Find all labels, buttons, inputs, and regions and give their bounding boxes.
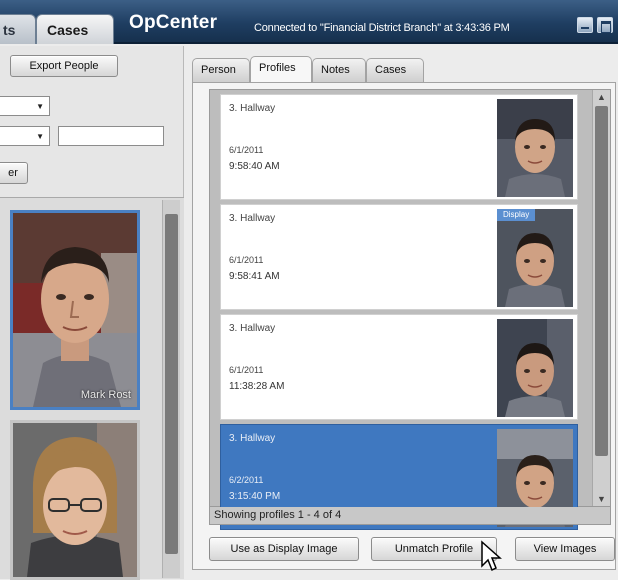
- tab-previous[interactable]: ts: [0, 14, 36, 44]
- unmatch-profile-button[interactable]: Unmatch Profile: [371, 537, 497, 561]
- filter-button-label: er: [8, 167, 18, 179]
- scroll-down-icon[interactable]: ▼: [597, 494, 606, 504]
- profile-face-image[interactable]: [497, 99, 573, 197]
- person-thumbnail[interactable]: Mark Rost: [10, 210, 140, 410]
- people-thumbnail-list: Mark Rost: [0, 197, 184, 580]
- filter-select-2[interactable]: ▼: [0, 126, 50, 146]
- dropdown-arrow-icon: ▼: [36, 132, 44, 141]
- people-list-scrollbar[interactable]: [162, 200, 180, 578]
- display-badge: Display: [497, 209, 536, 221]
- profile-card[interactable]: 3. Hallway 6/1/2011 9:58:41 AM Display: [220, 204, 578, 310]
- filter-button[interactable]: er: [0, 162, 28, 184]
- profile-time: 9:58:40 AM: [229, 161, 280, 172]
- use-as-display-image-button[interactable]: Use as Display Image: [209, 537, 359, 561]
- app-name: OpCenter: [129, 12, 218, 33]
- profile-date: 6/2/2011: [229, 475, 264, 485]
- profile-face-image[interactable]: Display: [497, 209, 573, 307]
- profile-card[interactable]: 3. Hallway 6/1/2011 11:38:28 AM: [220, 314, 578, 420]
- profile-date: 6/1/2011: [229, 365, 264, 375]
- profile-date: 6/1/2011: [229, 255, 264, 265]
- tab-cases-detail[interactable]: Cases: [366, 58, 424, 82]
- profile-list-scrollbar[interactable]: ▲ ▼: [592, 90, 610, 506]
- profile-count-status: Showing profiles 1 - 4 of 4: [209, 507, 611, 525]
- profile-time: 3:15:40 PM: [229, 491, 281, 502]
- person-thumbnail[interactable]: [10, 420, 140, 580]
- title-bar: ts Cases OpCenter Connected to "Financia…: [0, 0, 618, 44]
- filter-select-1[interactable]: ▼: [0, 96, 50, 116]
- minimize-icon[interactable]: [577, 17, 593, 33]
- tab-profiles[interactable]: Profiles: [250, 56, 312, 82]
- person-photo: [13, 423, 137, 577]
- profile-location: 3. Hallway: [229, 323, 276, 334]
- mouse-cursor-icon: [481, 540, 502, 572]
- people-panel: Export People ▼ ▼ er Mark Rost: [0, 46, 184, 580]
- connection-status: Connected to "Financial District Branch"…: [254, 22, 510, 34]
- profile-location: 3. Hallway: [229, 213, 276, 224]
- profile-face-image[interactable]: [497, 319, 573, 417]
- person-details-panel: Person Profiles Notes Cases 3. Hallway 6…: [184, 46, 618, 579]
- dropdown-arrow-icon: ▼: [36, 102, 44, 111]
- search-input[interactable]: [58, 126, 164, 146]
- maximize-icon[interactable]: [597, 17, 613, 33]
- profiles-tab-content: 3. Hallway 6/1/2011 9:58:40 AM 3. Hallwa…: [192, 82, 616, 570]
- scrollbar-thumb[interactable]: [595, 106, 608, 456]
- tab-cases[interactable]: Cases: [36, 14, 114, 44]
- profile-location: 3. Hallway: [229, 433, 276, 444]
- tab-notes[interactable]: Notes: [312, 58, 366, 82]
- view-images-button[interactable]: View Images: [515, 537, 615, 561]
- profile-time: 11:38:28 AM: [229, 381, 285, 392]
- export-people-button[interactable]: Export People: [10, 55, 118, 77]
- profile-list: 3. Hallway 6/1/2011 9:58:40 AM 3. Hallwa…: [209, 89, 611, 530]
- person-name-label: Mark Rost: [80, 389, 131, 401]
- profile-location: 3. Hallway: [229, 103, 276, 114]
- tab-person[interactable]: Person: [192, 58, 250, 82]
- person-photo: [13, 213, 137, 407]
- scrollbar-thumb[interactable]: [165, 214, 178, 554]
- scroll-up-icon[interactable]: ▲: [597, 92, 606, 102]
- profile-date: 6/1/2011: [229, 145, 264, 155]
- profile-card[interactable]: 3. Hallway 6/1/2011 9:58:40 AM: [220, 94, 578, 200]
- profile-time: 9:58:41 AM: [229, 271, 280, 282]
